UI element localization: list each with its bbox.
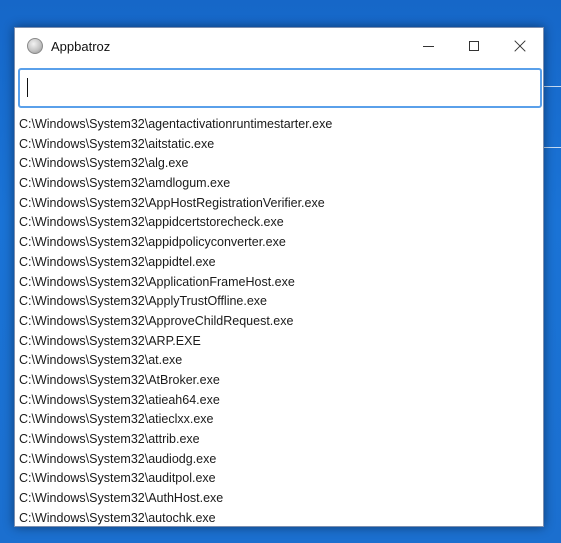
app-window: Appbatroz C:\Windows\System32\agentactiv…	[14, 27, 544, 527]
list-item[interactable]: C:\Windows\System32\ARP.EXE	[18, 332, 538, 352]
window-controls	[405, 28, 543, 64]
list-item[interactable]: C:\Windows\System32\appidcertstorecheck.…	[18, 213, 538, 233]
title-bar[interactable]: Appbatroz	[15, 28, 543, 64]
minimize-icon	[422, 45, 434, 47]
list-item[interactable]: C:\Windows\System32\amdlogum.exe	[18, 174, 538, 194]
minimize-button[interactable]	[405, 28, 451, 64]
list-item[interactable]: C:\Windows\System32\appidtel.exe	[18, 253, 538, 273]
list-item[interactable]: C:\Windows\System32\atieah64.exe	[18, 391, 538, 411]
results-list[interactable]: C:\Windows\System32\agentactivationrunti…	[18, 115, 538, 525]
close-button[interactable]	[497, 28, 543, 64]
list-item[interactable]: C:\Windows\System32\agentactivationrunti…	[18, 115, 538, 135]
list-item[interactable]: C:\Windows\System32\ApplicationFrameHost…	[18, 273, 538, 293]
text-caret	[27, 78, 28, 97]
list-item[interactable]: C:\Windows\System32\atieclxx.exe	[18, 410, 538, 430]
list-item[interactable]: C:\Windows\System32\attrib.exe	[18, 430, 538, 450]
list-item[interactable]: C:\Windows\System32\AuthHost.exe	[18, 489, 538, 509]
list-item[interactable]: C:\Windows\System32\ApproveChildRequest.…	[18, 312, 538, 332]
list-item[interactable]: C:\Windows\System32\AtBroker.exe	[18, 371, 538, 391]
maximize-icon	[469, 41, 479, 51]
list-item[interactable]: C:\Windows\System32\alg.exe	[18, 154, 538, 174]
maximize-button[interactable]	[451, 28, 497, 64]
list-item[interactable]: C:\Windows\System32\auditpol.exe	[18, 469, 538, 489]
list-item[interactable]: C:\Windows\System32\autochk.exe	[18, 509, 538, 525]
desktop-light-streak	[543, 147, 561, 148]
list-item[interactable]: C:\Windows\System32\aitstatic.exe	[18, 135, 538, 155]
list-item[interactable]: C:\Windows\System32\appidpolicyconverter…	[18, 233, 538, 253]
list-item[interactable]: C:\Windows\System32\AppHostRegistrationV…	[18, 194, 538, 214]
app-circle-icon	[27, 38, 43, 54]
close-icon	[514, 40, 526, 52]
list-item[interactable]: C:\Windows\System32\audiodg.exe	[18, 450, 538, 470]
list-item[interactable]: C:\Windows\System32\at.exe	[18, 351, 538, 371]
search-input[interactable]	[18, 68, 542, 108]
list-item[interactable]: C:\Windows\System32\ApplyTrustOffline.ex…	[18, 292, 538, 312]
desktop-light-streak	[543, 86, 561, 87]
window-title: Appbatroz	[51, 38, 111, 54]
